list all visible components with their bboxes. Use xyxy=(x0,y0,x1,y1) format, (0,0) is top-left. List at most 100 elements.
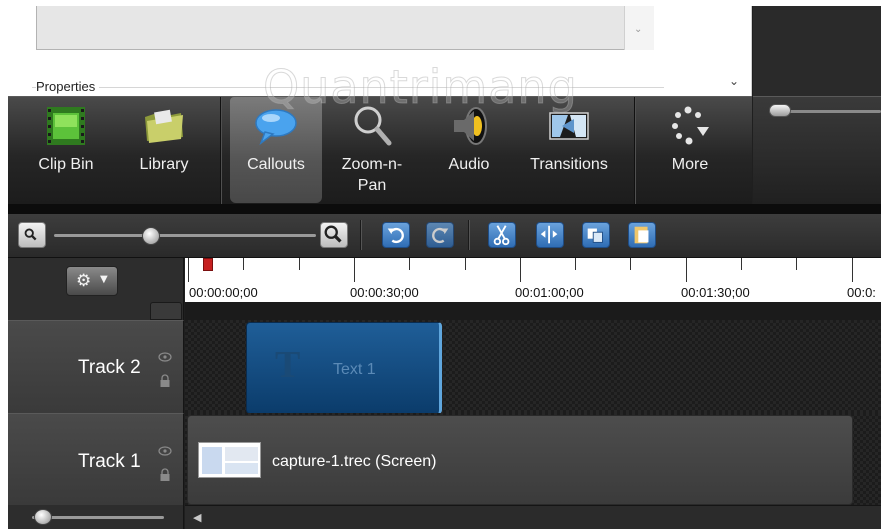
tab-label: Clip Bin xyxy=(38,156,94,173)
clip-thumbnail xyxy=(198,442,261,478)
tab-audio[interactable]: Audio xyxy=(426,97,512,203)
ruler-label: 00:00:00;00 xyxy=(189,285,258,300)
lock-icon[interactable] xyxy=(159,468,171,482)
cut-button[interactable] xyxy=(488,222,516,248)
zoom-out-button[interactable] xyxy=(18,222,46,248)
track-tab[interactable] xyxy=(150,302,182,320)
tab-separator xyxy=(220,97,221,205)
gear-icon: ⚙ xyxy=(76,271,92,291)
copy-icon xyxy=(587,228,603,243)
zoom-slider-thumb[interactable] xyxy=(142,227,160,245)
tab-label: More xyxy=(671,156,709,173)
eye-icon[interactable] xyxy=(158,352,172,362)
ruler-label: 00:01:30;00 xyxy=(681,285,750,300)
ruler-tick xyxy=(741,258,742,270)
split-button[interactable] xyxy=(536,222,564,248)
timeline-horizontal-scrollbar[interactable]: ◀ xyxy=(185,505,881,529)
track-header-1[interactable]: Track 1 xyxy=(8,413,184,505)
copy-button[interactable] xyxy=(582,222,610,248)
ruler-tick xyxy=(575,258,577,270)
transition-icon xyxy=(549,112,589,140)
track-height-slider-thumb[interactable] xyxy=(34,509,52,525)
tab-zoom-n-pan[interactable]: Zoom-n- Pan xyxy=(326,97,418,203)
tab-label-line: Pan xyxy=(357,177,387,194)
tab-label-line: Zoom-n- xyxy=(341,156,403,173)
ruler-strip xyxy=(185,302,881,320)
panel-scroll-button[interactable]: ⌄ xyxy=(720,68,750,98)
ruler-tick xyxy=(851,258,853,282)
ruler-tick xyxy=(630,258,632,270)
properties-text-area[interactable] xyxy=(36,6,654,50)
track-name: Track 2 xyxy=(78,357,141,378)
text-callout-icon: T xyxy=(275,344,301,386)
tab-transitions[interactable]: Transitions xyxy=(516,97,622,203)
toolbar-separator xyxy=(360,220,361,250)
track-height-control xyxy=(8,505,184,529)
camtasia-editor: ⌄ Properties ⌄ Clip Bin Library Callouts… xyxy=(8,6,881,529)
tab-label: Audio xyxy=(448,156,490,173)
preview-slider-thumb[interactable] xyxy=(769,104,791,117)
tabbar-divider xyxy=(8,204,881,214)
ruler-tick xyxy=(188,258,189,282)
timeline-settings-button[interactable]: ⚙ ▼ xyxy=(66,266,118,296)
tab-callouts[interactable]: Callouts xyxy=(230,97,322,203)
zoom-in-button[interactable] xyxy=(320,222,348,248)
paste-icon xyxy=(634,226,649,244)
zoom-slider-track[interactable] xyxy=(54,234,316,237)
toolbar-separator xyxy=(468,220,469,250)
folder-icon xyxy=(145,109,183,143)
preview-controls xyxy=(753,96,881,204)
speech-bubble-icon xyxy=(255,109,297,146)
tab-more[interactable]: More xyxy=(644,97,736,203)
lock-icon[interactable] xyxy=(159,374,171,388)
redo-icon xyxy=(432,227,449,244)
undo-button[interactable] xyxy=(382,222,410,248)
properties-label: Properties xyxy=(36,79,100,94)
scissors-icon xyxy=(493,225,510,246)
screen-recording-clip[interactable]: capture-1.trec (Screen) xyxy=(187,415,853,505)
ruler-label: 00:00:30;00 xyxy=(350,285,419,300)
timeline-settings-area: ⚙ ▼ xyxy=(8,258,184,320)
ruler-tick xyxy=(298,258,300,270)
magnifier-icon xyxy=(354,106,392,146)
playhead[interactable] xyxy=(203,258,213,271)
scroll-left-icon[interactable]: ◀ xyxy=(193,511,201,524)
track-header-2[interactable]: Track 2 xyxy=(8,320,184,413)
timeline-ruler[interactable]: 00:00:00;00 00:00:30;00 00:01:00;00 00:0… xyxy=(185,258,881,302)
ruler-tick xyxy=(243,258,245,270)
properties-panel: ⌄ Properties ⌄ xyxy=(8,6,752,98)
chevron-down-icon[interactable]: ⌄ xyxy=(634,24,642,35)
redo-button[interactable] xyxy=(426,222,454,248)
magnifier-small-icon xyxy=(24,228,37,241)
more-icon xyxy=(672,106,709,145)
film-strip-icon xyxy=(47,107,85,145)
ruler-tick xyxy=(464,258,466,270)
preview-area xyxy=(753,6,881,96)
properties-divider xyxy=(32,87,664,88)
properties-scrollbar[interactable]: ⌄ xyxy=(624,6,654,50)
chevron-down-icon[interactable]: ⌄ xyxy=(729,74,739,88)
tab-label: Transitions xyxy=(530,156,608,173)
speaker-icon xyxy=(454,107,487,145)
timeline-toolbar xyxy=(8,214,881,258)
clip-label: Text 1 xyxy=(333,361,376,378)
ruler-tick xyxy=(353,258,355,282)
split-icon xyxy=(540,225,558,244)
track-name: Track 1 xyxy=(78,451,141,472)
undo-icon xyxy=(387,227,404,244)
ruler-tick xyxy=(409,258,411,270)
tab-separator xyxy=(634,97,635,205)
task-tab-bar: Clip Bin Library Callouts Zoom-n- Pan Au… xyxy=(8,96,752,205)
tab-clip-bin[interactable]: Clip Bin xyxy=(20,97,112,203)
chevron-down-icon: ▼ xyxy=(100,274,108,285)
ruler-tick xyxy=(685,258,687,282)
ruler-tick xyxy=(519,258,521,282)
ruler-tick xyxy=(796,258,798,270)
eye-icon[interactable] xyxy=(158,446,172,456)
paste-button[interactable] xyxy=(628,222,656,248)
callout-clip[interactable]: T Text 1 xyxy=(246,322,442,414)
ruler-label: 00:0: xyxy=(847,285,876,300)
tab-label: Callouts xyxy=(247,156,305,173)
ruler-label: 00:01:00;00 xyxy=(515,285,584,300)
tab-library[interactable]: Library xyxy=(120,97,208,203)
